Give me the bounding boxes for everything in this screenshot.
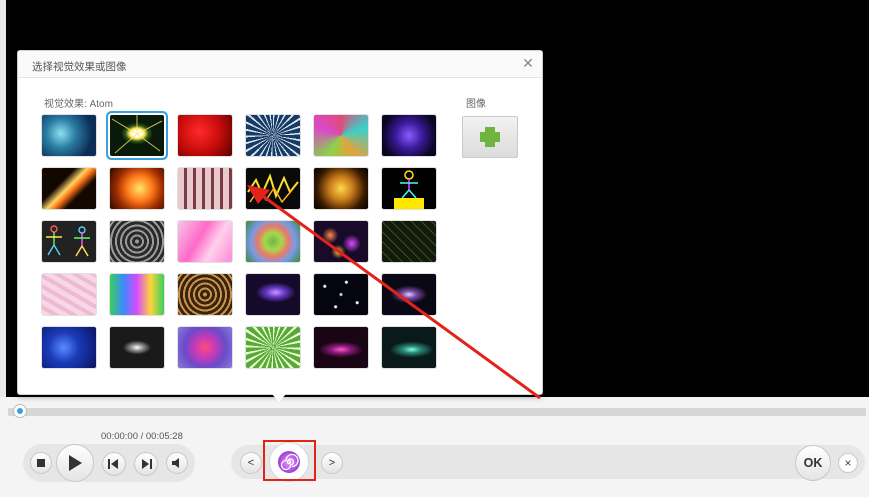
effect-thumb-yellow-lightning[interactable] [246, 168, 300, 209]
previous-icon [108, 459, 118, 469]
stick-figure-art [394, 170, 424, 209]
effect-thumb-green-grid[interactable] [382, 221, 436, 262]
previous-frame-button[interactable] [102, 452, 126, 476]
effect-thumb-gold-swirl[interactable] [178, 274, 232, 315]
effect-next-button[interactable]: > [321, 452, 343, 474]
effect-thumb-teal-particles[interactable] [382, 327, 436, 368]
volume-icon [172, 458, 179, 468]
effect-thumb-purple-galaxy[interactable] [246, 274, 300, 315]
effects-grid [42, 115, 442, 373]
play-icon [69, 455, 82, 471]
effect-thumb-starfield[interactable] [314, 274, 368, 315]
effect-thumb-teal-nebula[interactable] [42, 115, 96, 156]
effects-label: 视觉效果: Atom [44, 99, 113, 110]
effect-thumb-blue-rays[interactable] [246, 115, 300, 156]
timeline-slider-handle[interactable] [13, 404, 27, 418]
effect-thumb-pink-room[interactable] [178, 168, 232, 209]
annotation-highlight-box [263, 440, 316, 481]
plus-icon [480, 127, 500, 147]
next-icon [142, 459, 152, 469]
effect-thumb-atom[interactable] [110, 115, 164, 156]
timeline-track[interactable] [8, 408, 866, 416]
effect-thumb-purple-space[interactable] [382, 274, 436, 315]
close-icon[interactable]: ✕ [521, 56, 535, 70]
effect-thumb-magenta-swirl[interactable] [178, 327, 232, 368]
add-image-button[interactable] [462, 116, 518, 158]
effect-thumb-rainbow-ring[interactable] [246, 221, 300, 262]
next-frame-button[interactable] [134, 452, 158, 476]
dialog-header: 选择视觉效果或图像 ✕ [18, 51, 542, 78]
effect-thumb-grey-swirl[interactable] [110, 221, 164, 262]
volume-button[interactable] [166, 452, 188, 474]
effect-thumb-magenta-wave[interactable] [314, 327, 368, 368]
stick-figures-art [46, 225, 90, 257]
ok-button[interactable]: OK [795, 445, 831, 481]
dialog-pointer [272, 394, 286, 402]
effect-thumb-kaleido[interactable] [314, 115, 368, 156]
stop-icon [37, 459, 45, 467]
effect-thumb-golden-kaleido[interactable] [314, 168, 368, 209]
effect-thumb-green-starburst[interactable] [246, 327, 300, 368]
effect-thumb-red[interactable] [178, 115, 232, 156]
cancel-button[interactable]: × [838, 453, 858, 473]
effect-thumb-dark-dots[interactable] [314, 221, 368, 262]
play-button[interactable] [56, 444, 94, 482]
effect-thumb-stick-figures[interactable] [42, 221, 96, 262]
images-label: 图像 [466, 99, 486, 110]
effect-thumb-pink-pattern[interactable] [42, 274, 96, 315]
effect-thumb-fire-streak[interactable] [42, 168, 96, 209]
dialog-title: 选择视觉效果或图像 [32, 61, 127, 73]
effect-thumb-blue-particles[interactable] [42, 327, 96, 368]
lightning-lines [247, 173, 299, 204]
effect-thumb-stick-figure[interactable] [382, 168, 436, 209]
effect-thumb-purple-lines[interactable] [382, 115, 436, 156]
time-display: 00:00:00 / 00:05:28 [101, 431, 183, 442]
effect-thumb-eye-particles[interactable] [110, 327, 164, 368]
effect-thumb-pink-flow[interactable] [178, 221, 232, 262]
effect-thumb-fire-burst[interactable] [110, 168, 164, 209]
atom-rays [111, 115, 163, 154]
effect-thumb-rainbow-paint[interactable] [110, 274, 164, 315]
stop-button[interactable] [30, 452, 52, 474]
effect-prev-button[interactable]: < [240, 452, 262, 474]
effects-dialog: 选择视觉效果或图像 ✕ 视觉效果: Atom 图像 [17, 50, 543, 402]
